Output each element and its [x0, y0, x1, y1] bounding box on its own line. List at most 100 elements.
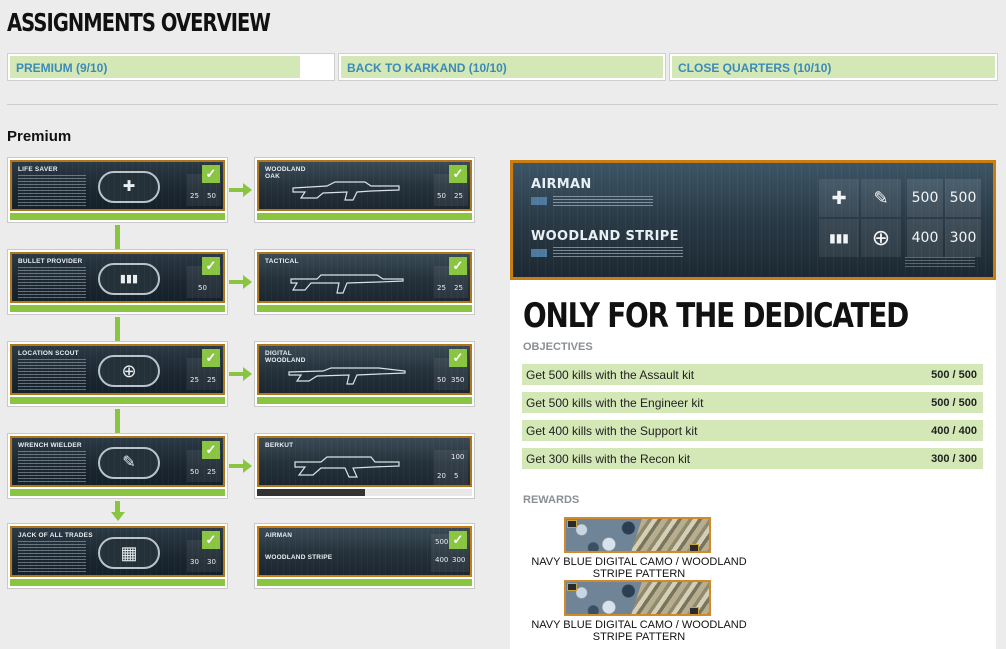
connector [115, 225, 120, 249]
unlock-card-digital-woodland[interactable]: DIGITAL WOODLAND 50 350 ✓ [254, 341, 475, 407]
unlock-card-berkut[interactable]: BERKUT 20 100 5 [254, 433, 475, 499]
assignment-name: LOCATION SCOUT [18, 350, 79, 357]
camo-image [564, 580, 711, 616]
checkmark-icon: ✓ [202, 165, 220, 183]
stat-b: 30 [207, 558, 216, 566]
stat-b: 25 [207, 468, 216, 476]
objective-value: 500 / 500 [931, 369, 977, 381]
objectives-label: OBJECTIVES [523, 341, 593, 353]
assignment-panel: JACK OF ALL TRADES ▦ 30 30 ✓ [10, 526, 225, 577]
assignment-headline: ONLY FOR THE DEDICATED [523, 296, 909, 336]
objective-text: Get 300 kills with the Recon kit [526, 452, 691, 466]
unlock-card-airman[interactable]: AIRMAN WOODLAND STRIPE 500 400 300 ✓ [254, 523, 475, 589]
stat-b: 25 [454, 192, 463, 200]
detail-panel: AIRMAN WOODLAND STRIPE ✚ ✎ ▮▮▮ ⊕ 500 500… [510, 160, 996, 649]
tab-close-quarters-label: CLOSE QUARTERS (10/10) [678, 61, 832, 75]
tab-back-to-karkand-label: BACK TO KARKAND (10/10) [347, 61, 507, 75]
arrow-right-icon [243, 367, 252, 381]
unlock-card-woodland-oak[interactable]: WOODLAND OAK 50 25 ✓ [254, 157, 475, 223]
section-title: Premium [7, 128, 72, 145]
unlock-card-tactical[interactable]: TACTICAL 25 25 ✓ [254, 249, 475, 315]
badge-icon [689, 607, 699, 614]
checkmark-icon: ✓ [202, 441, 220, 459]
tab-close-quarters[interactable]: CLOSE QUARTERS (10/10) [669, 53, 998, 81]
tab-premium[interactable]: PREMIUM (9/10) [7, 53, 335, 81]
camo-image [564, 517, 711, 553]
assignment-tree: LIFE SAVER ✚ 25 50 ✓ WOODLAND OAK 50 25 … [7, 157, 477, 597]
objective-value: 400 / 400 [931, 425, 977, 437]
banner-fineprint [905, 257, 975, 267]
dogtags-icon: ▦ [120, 543, 138, 563]
plus-icon: ✚ [819, 179, 859, 217]
crosshair-icon: ⊕ [861, 219, 901, 257]
rifle-icon [294, 456, 400, 478]
progress-bar [10, 213, 225, 220]
badge-icon [567, 583, 577, 591]
stat-b: 400 [435, 556, 449, 564]
assignment-panel: WRENCH WIELDER ✎ 50 25 ✓ [10, 436, 225, 487]
stat-b: 50 [207, 192, 216, 200]
assignment-description [18, 451, 86, 483]
ammo-icon: ▮▮▮ [819, 219, 859, 257]
unlock-panel: BERKUT 20 100 5 [257, 436, 472, 487]
ammo-icon: ▮▮▮ [119, 273, 139, 285]
stat-a: 20 [437, 472, 446, 480]
assignment-name: LIFE SAVER [18, 166, 58, 173]
unlock-panel: AIRMAN WOODLAND STRIPE 500 400 300 ✓ [257, 526, 472, 577]
rifle-icon [288, 367, 406, 385]
stat-a: 25 [190, 376, 199, 384]
badge-icon [689, 544, 699, 551]
assignment-card-location-scout[interactable]: LOCATION SCOUT ⊕ 25 25 ✓ [7, 341, 228, 407]
stat-b: 50 [198, 284, 207, 292]
progress-bar [10, 579, 225, 586]
unlock-name: TACTICAL [265, 258, 299, 265]
dogtag: ✎ [98, 447, 160, 479]
unlock-panel: TACTICAL 25 25 ✓ [257, 252, 472, 303]
unlock-panel: WOODLAND OAK 50 25 ✓ [257, 160, 472, 211]
arrow-right-icon [243, 275, 252, 289]
stat-a: 500 [435, 538, 449, 546]
progress-bar [257, 579, 472, 586]
stat-c: 5 [454, 472, 459, 480]
dogtag: ▮▮▮ [98, 263, 160, 295]
progress-bar [10, 397, 225, 404]
progress-bar-fill [257, 489, 365, 496]
page-title: ASSIGNMENTS OVERVIEW [7, 8, 271, 37]
stat-c: 300 [452, 556, 466, 564]
assignment-panel: LOCATION SCOUT ⊕ 25 25 ✓ [10, 344, 225, 395]
progress-bar [10, 489, 225, 496]
tab-back-to-karkand[interactable]: BACK TO KARKAND (10/10) [338, 53, 666, 81]
flag-icon [531, 197, 547, 205]
assignment-card-bullet-provider[interactable]: BULLET PROVIDER ▮▮▮ 50 ✓ [7, 249, 228, 315]
stat-b: 25 [454, 284, 463, 292]
stat-b: 25 [207, 376, 216, 384]
assignment-card-life-saver[interactable]: LIFE SAVER ✚ 25 50 ✓ [7, 157, 228, 223]
stat-b: 350 [451, 376, 465, 384]
connector [115, 409, 120, 433]
assignment-name: JACK OF ALL TRADES [18, 532, 93, 539]
checkmark-icon: ✓ [202, 349, 220, 367]
assignment-panel: LIFE SAVER ✚ 25 50 ✓ [10, 160, 225, 211]
connector [115, 317, 120, 341]
banner-subtitle: WOODLAND STRIPE [531, 229, 679, 244]
arrow-right-icon [243, 459, 252, 473]
divider [7, 104, 998, 105]
plus-icon: ✚ [122, 178, 136, 195]
objective-row: Get 400 kills with the Support kit 400 /… [522, 420, 983, 441]
unlock-name: AIRMAN [265, 532, 293, 539]
stat-a: 50 [437, 192, 446, 200]
checkmark-icon: ✓ [449, 349, 467, 367]
assignment-card-wrench-wielder[interactable]: WRENCH WIELDER ✎ 50 25 ✓ [7, 433, 228, 499]
checkmark-icon: ✓ [449, 165, 467, 183]
objective-row: Get 300 kills with the Recon kit 300 / 3… [522, 448, 983, 469]
assignment-card-jack-of-all-trades[interactable]: JACK OF ALL TRADES ▦ 30 30 ✓ [7, 523, 228, 589]
checkmark-icon: ✓ [449, 257, 467, 275]
unlock-name: BERKUT [265, 442, 294, 449]
wrench-icon: ✎ [861, 179, 901, 217]
wrench-icon: ✎ [122, 454, 136, 471]
flag-icon [531, 249, 547, 257]
rifle-icon [290, 274, 404, 294]
assignment-description [18, 359, 86, 391]
banner-value: 300 [945, 219, 981, 257]
assignment-description [18, 175, 86, 207]
